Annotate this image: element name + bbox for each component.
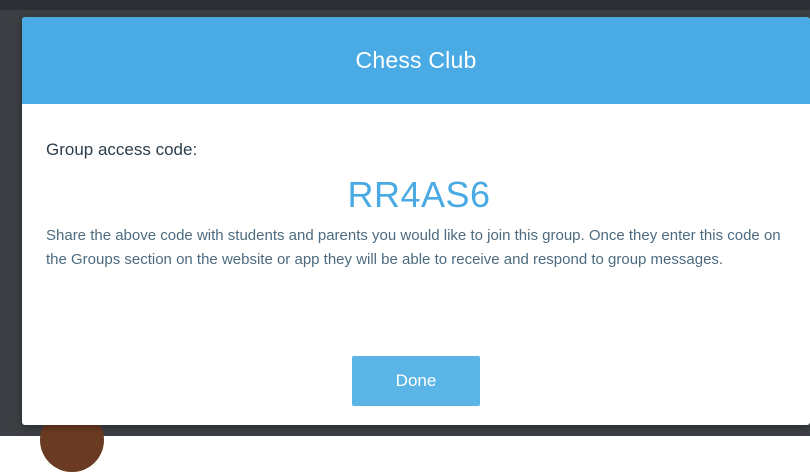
group-code-dialog: Chess Club Group access code: RR4AS6 Sha… — [22, 17, 810, 425]
dialog-body: Group access code: RR4AS6 Share the abov… — [46, 104, 792, 272]
share-instructions: Share the above code with students and p… — [46, 227, 781, 268]
dialog-header: Chess Club — [22, 17, 810, 104]
access-code-value: RR4AS6 — [347, 174, 491, 215]
backdrop-top-bar — [0, 0, 810, 10]
access-code-label: Group access code: — [46, 140, 198, 159]
done-button[interactable]: Done — [352, 356, 480, 406]
dialog-title: Chess Club — [355, 47, 477, 73]
